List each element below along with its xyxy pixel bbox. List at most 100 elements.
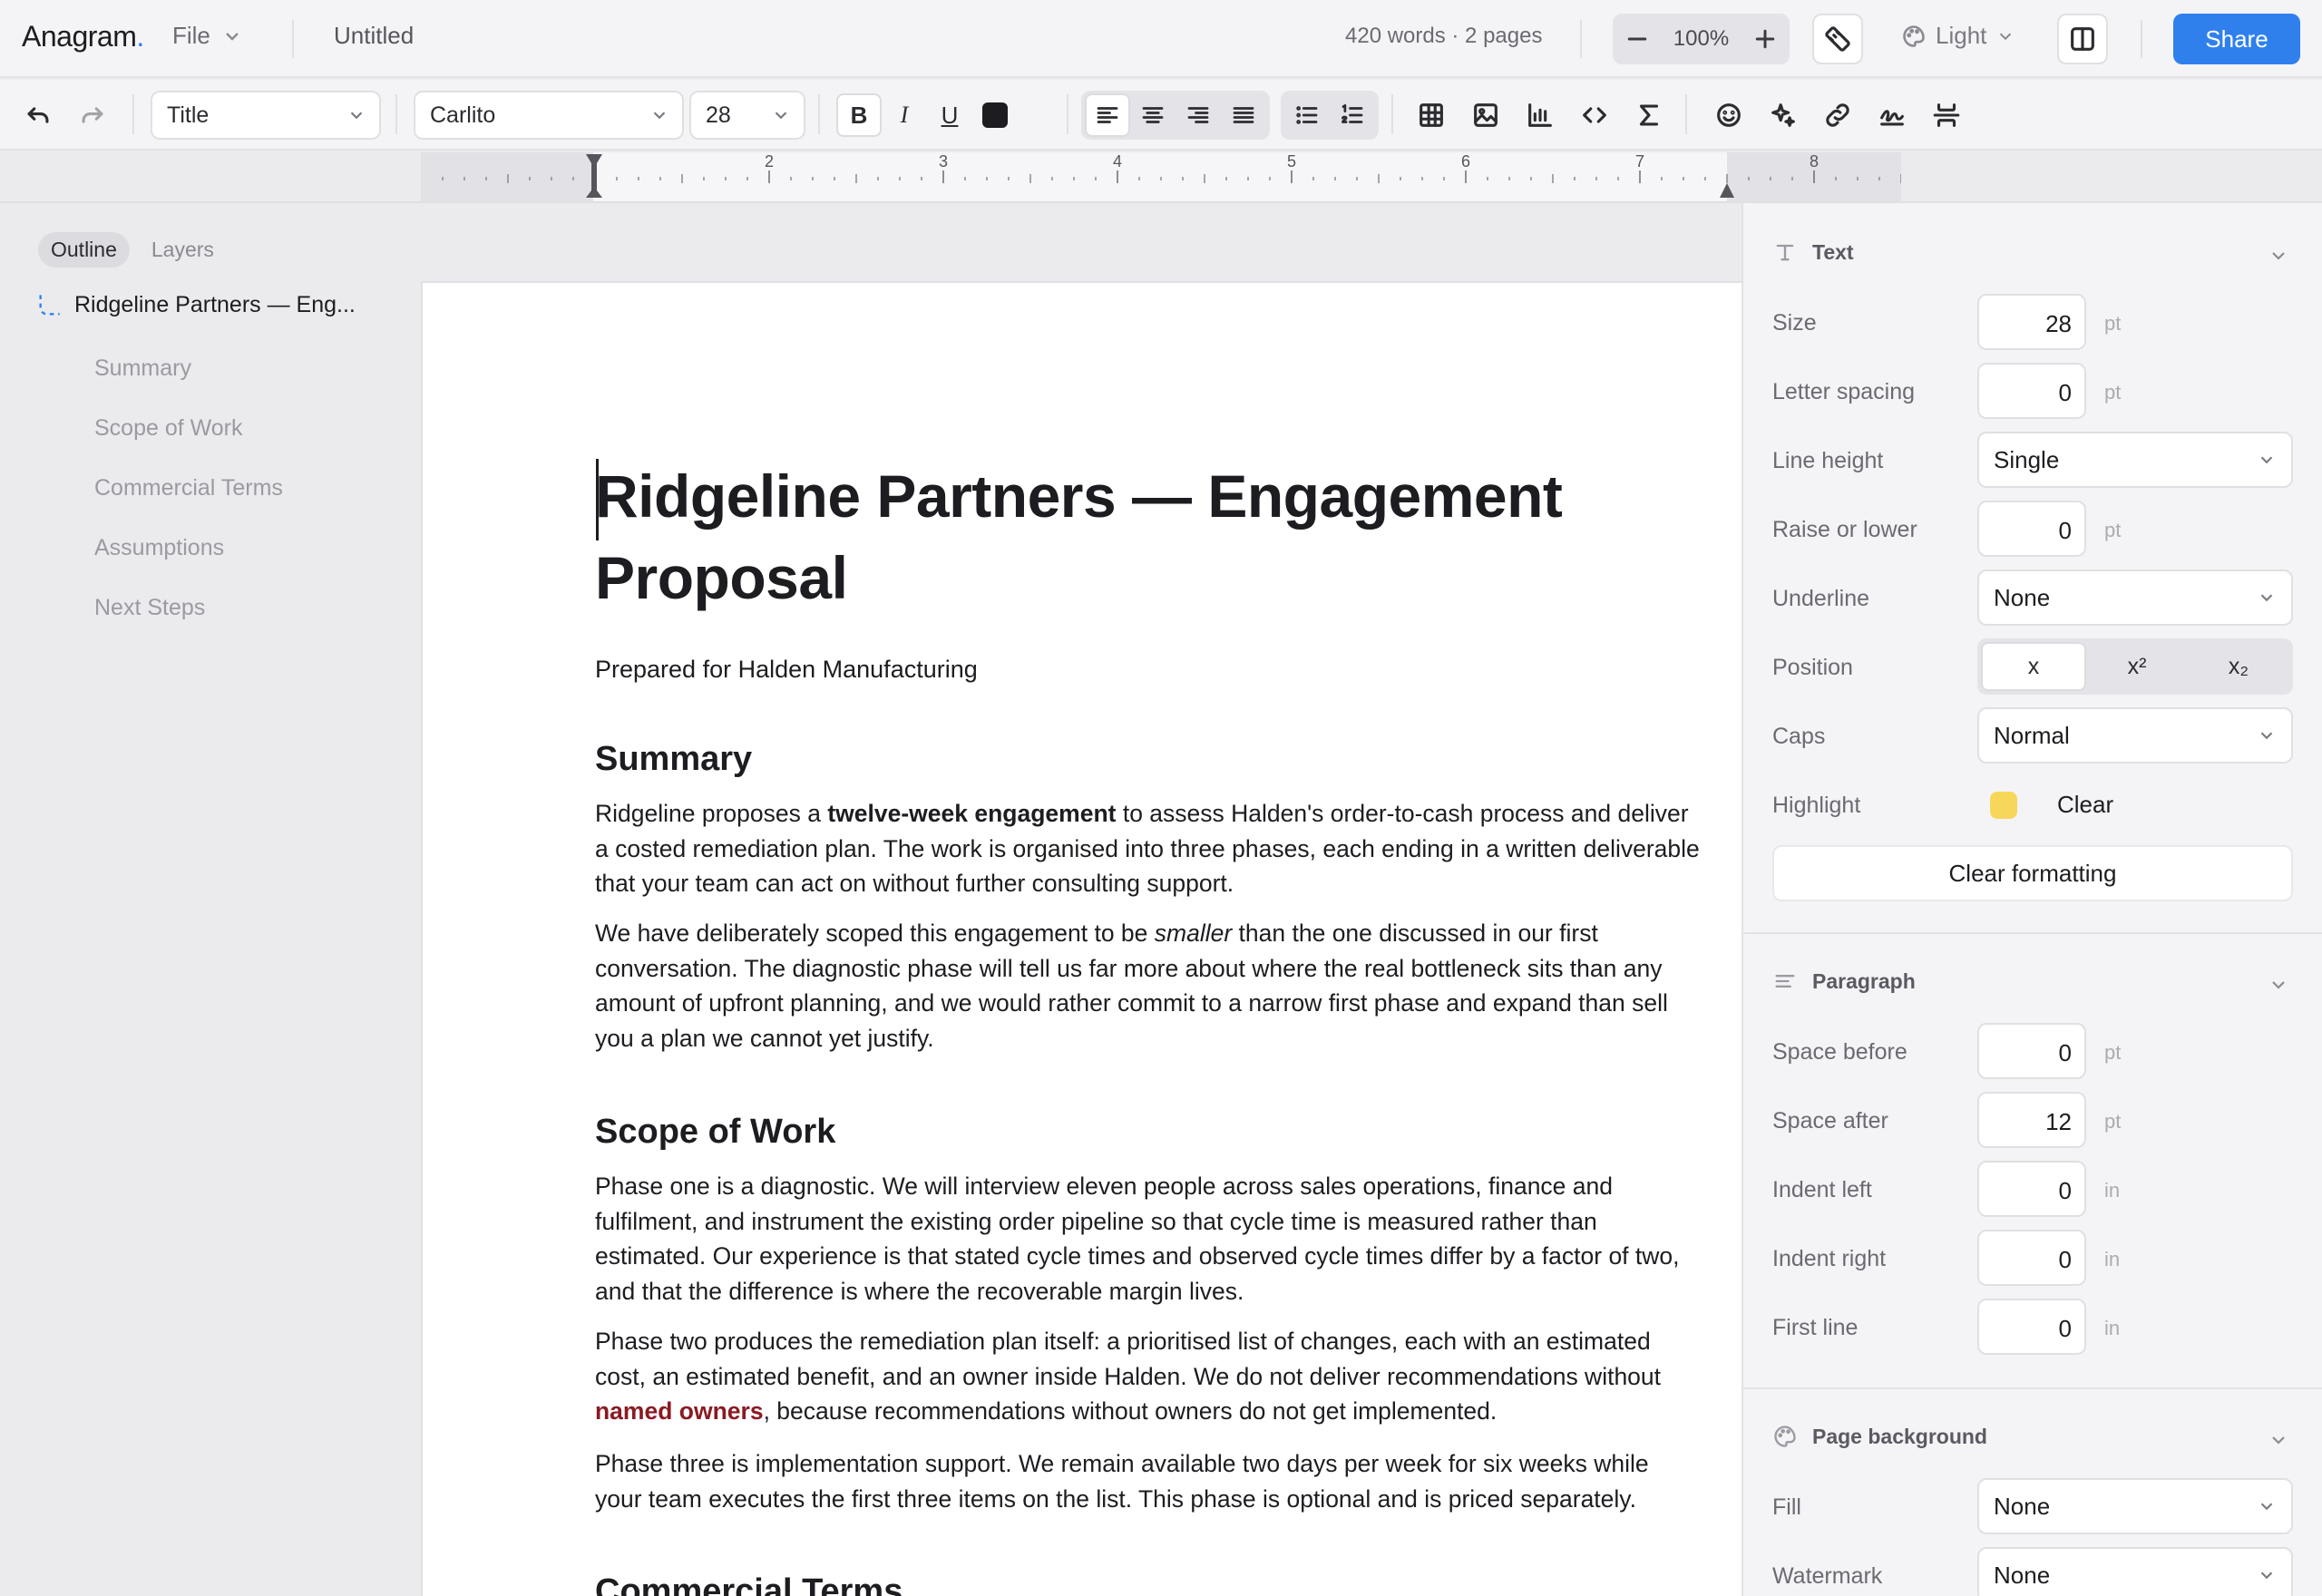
chevron-down-icon[interactable] — [2268, 1429, 2289, 1451]
insert-equation-button[interactable] — [1631, 97, 1667, 133]
insert-emoji-button[interactable] — [1711, 97, 1747, 133]
theme-select[interactable]: Light — [1901, 22, 2015, 50]
bold-button[interactable]: B — [836, 93, 882, 137]
indent-left-input[interactable]: 0 — [1977, 1161, 2086, 1217]
share-button[interactable]: Share — [2173, 14, 2300, 64]
paragraph-style-select[interactable]: Title — [151, 91, 381, 140]
signature-icon — [1877, 100, 1907, 131]
ai-assist-button[interactable] — [1765, 97, 1801, 133]
size-input[interactable]: 28 — [1977, 294, 2086, 350]
caps-select[interactable]: Normal — [1977, 707, 2293, 764]
document-heading[interactable]: Ridgeline Partners — Engagement Proposal — [595, 455, 1702, 618]
heading-scope-of-work[interactable]: Scope of Work — [595, 1109, 1702, 1154]
page-background-section-header[interactable]: Page background — [1772, 1424, 1987, 1449]
bullet-list-button[interactable] — [1284, 93, 1330, 137]
fill-select[interactable]: None — [1977, 1478, 2293, 1534]
space-before-input[interactable]: 0 — [1977, 1023, 2086, 1079]
chevron-down-icon — [2257, 1496, 2277, 1516]
outline-item-commercial-terms[interactable]: Commercial Terms — [94, 475, 283, 501]
document-page[interactable]: Ridgeline Partners — Engagement Proposal… — [421, 281, 1742, 1596]
raise-lower-input[interactable]: 0 — [1977, 501, 2086, 557]
list-group — [1281, 91, 1379, 140]
insert-chart-button[interactable] — [1522, 97, 1558, 133]
italic-button[interactable]: I — [882, 93, 927, 137]
zoom-in-button[interactable] — [1751, 25, 1779, 53]
letter-spacing-input[interactable]: 0 — [1977, 363, 2086, 419]
paragraph[interactable]: Phase one is a diagnostic. We will inter… — [595, 1169, 1702, 1309]
position-subscript-option[interactable]: x₂ — [2188, 642, 2289, 691]
insert-table-button[interactable] — [1413, 97, 1449, 133]
ruler-label: 8 — [1810, 152, 1820, 170]
undo-button[interactable] — [22, 99, 54, 131]
paragraph-section-header[interactable]: Paragraph — [1772, 968, 1916, 994]
paragraph[interactable]: We have deliberately scoped this engagem… — [595, 916, 1702, 1056]
underline-select[interactable]: None — [1977, 569, 2293, 626]
align-left-button[interactable] — [1085, 93, 1130, 137]
zoom-level[interactable]: 100% — [1673, 26, 1729, 52]
insert-link-button[interactable] — [1820, 97, 1856, 133]
heading-summary[interactable]: Summary — [595, 736, 1702, 782]
redo-button[interactable] — [76, 99, 109, 131]
chevron-down-icon[interactable] — [2268, 974, 2289, 996]
text-section-header[interactable]: Text — [1772, 239, 1854, 265]
toggle-sidebar-button[interactable] — [2057, 14, 2108, 64]
insert-signature-button[interactable] — [1874, 97, 1910, 133]
watermark-select[interactable]: None — [1977, 1547, 2293, 1596]
inspector-panel: Text Size 28 pt Letter spacing 0 pt Line… — [1742, 203, 2322, 1596]
outline-item-title[interactable]: Ridgeline Partners — Eng... — [36, 292, 356, 318]
highlighted-text-run: named owners — [595, 1397, 764, 1425]
underline-button[interactable]: U — [927, 93, 972, 137]
position-segmented-control: x x² x₂ — [1977, 638, 2293, 695]
insert-image-button[interactable] — [1468, 97, 1504, 133]
insert-code-button[interactable] — [1576, 97, 1613, 133]
first-line-input[interactable]: 0 — [1977, 1299, 2086, 1355]
app-logo: Anagram. — [22, 20, 144, 54]
highlight-color-swatch[interactable] — [1990, 792, 2017, 819]
chevron-down-icon[interactable] — [2268, 245, 2289, 267]
tab-outline[interactable]: Outline — [38, 232, 130, 268]
paragraph[interactable]: Phase two produces the remediation plan … — [595, 1324, 1702, 1429]
paragraph[interactable]: Phase three is implementation support. W… — [595, 1446, 1702, 1516]
outline-item-assumptions[interactable]: Assumptions — [94, 535, 224, 561]
align-right-button[interactable] — [1176, 93, 1221, 137]
unit-label: in — [2104, 1248, 2121, 1270]
bar-chart-icon — [1525, 100, 1556, 131]
space-after-input[interactable]: 12 — [1977, 1092, 2086, 1148]
outline-item-summary[interactable]: Summary — [94, 355, 191, 382]
font-size-select[interactable]: 28 — [689, 91, 805, 140]
align-center-button[interactable] — [1130, 93, 1176, 137]
document-subtitle[interactable]: Prepared for Halden Manufacturing — [595, 651, 1702, 687]
file-menu[interactable]: File — [172, 22, 243, 50]
font-family-select[interactable]: Carlito — [414, 91, 684, 140]
outline-item-scope-of-work[interactable]: Scope of Work — [94, 415, 243, 442]
tab-layers[interactable]: Layers — [139, 232, 227, 268]
line-height-value: Single — [1994, 445, 2060, 473]
document-title[interactable]: Untitled — [334, 22, 414, 50]
ruler-toggle-button[interactable] — [1812, 14, 1863, 64]
right-indent-marker[interactable] — [1718, 156, 1736, 200]
heading-commercial-terms[interactable]: Commercial Terms — [595, 1569, 1702, 1596]
text-style-group: B I U — [836, 91, 1018, 140]
numbered-list-icon — [1339, 102, 1366, 129]
indent-right-input[interactable]: 0 — [1977, 1230, 2086, 1286]
paragraph[interactable]: Ridgeline proposes a twelve-week engagem… — [595, 796, 1702, 901]
clear-formatting-button[interactable]: Clear formatting — [1772, 845, 2293, 901]
highlight-clear-button[interactable]: Clear — [2057, 791, 2113, 819]
ruler-label: 5 — [1287, 152, 1297, 170]
zoom-out-button[interactable] — [1624, 25, 1651, 53]
align-justify-button[interactable] — [1221, 93, 1266, 137]
insert-page-break-button[interactable] — [1928, 97, 1965, 133]
paragraph-icon — [1772, 968, 1798, 994]
chevron-down-icon — [346, 105, 366, 125]
position-normal-option[interactable]: x — [1981, 642, 2086, 691]
outline-item-next-steps[interactable]: Next Steps — [94, 595, 205, 621]
position-superscript-option[interactable]: x² — [2086, 642, 2188, 691]
text-run: We have deliberately scoped this engagem… — [595, 920, 1155, 947]
numbered-list-button[interactable] — [1330, 93, 1375, 137]
text-color-button[interactable] — [972, 93, 1018, 137]
divider — [1685, 94, 1687, 134]
left-indent-marker[interactable] — [584, 152, 604, 200]
align-right-icon — [1185, 102, 1212, 129]
section-title: Paragraph — [1812, 968, 1916, 993]
line-height-select[interactable]: Single — [1977, 432, 2293, 488]
